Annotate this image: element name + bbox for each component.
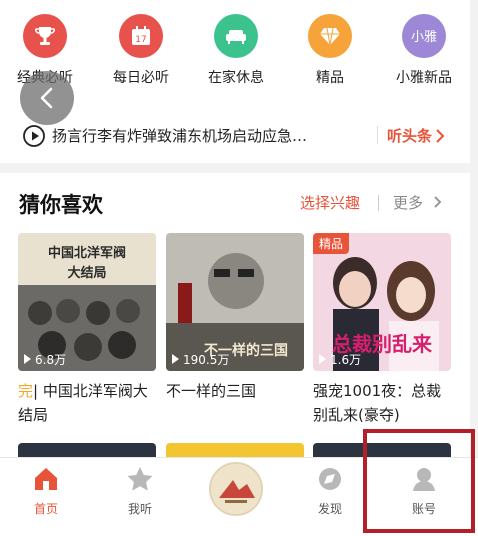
next-book-cover[interactable] [18,443,156,457]
trophy-icon [23,14,67,58]
category-xiaoya[interactable]: 小雅 小雅新品 [384,14,464,87]
category-label: 在家休息 [208,70,264,86]
nav-label: 发现 [317,502,342,516]
divider [378,195,379,211]
album-art [211,464,261,514]
book-card[interactable]: 不一样的三国 190.5万 不一样的三国 [166,233,304,403]
now-playing-disc[interactable] [209,462,263,516]
category-label: 小雅新品 [396,70,452,86]
calendar-day: 17 [135,35,146,45]
cover-subtitle: 大结局 [67,265,106,281]
cover-title: 中国北洋军阀 [48,245,126,261]
category-premium[interactable]: 精品 [290,14,370,87]
book-cover[interactable]: 不一样的三国 190.5万 [166,233,304,371]
finished-badge: 完 [18,382,34,400]
play-count: 6.8万 [24,351,66,368]
book-card[interactable]: 中国北洋军阀 大结局 6.8万 完| 中国北洋军阀大结局 [18,233,156,427]
category-home-rest[interactable]: 在家休息 [196,14,276,87]
book-card[interactable]: 总裁别乱来 精品 1.6万 强宠1001夜：总裁别乱来(豪夺) [313,233,451,427]
section-title: 猜你喜欢 [19,193,103,217]
back-button[interactable] [20,71,74,125]
book-cover[interactable]: 中国北洋军阀 大结局 6.8万 [18,233,156,371]
calendar-icon: 17 [119,14,163,58]
book-cover[interactable]: 总裁别乱来 精品 1.6万 [313,233,451,371]
book-title[interactable]: 不一样的三国 [166,379,304,403]
diamond-icon [308,14,352,58]
play-circle-icon [23,125,45,147]
category-label: 精品 [316,70,344,86]
category-label: 每日必听 [113,70,169,86]
top-card: 经典必听 17 每日必听 在家休息 精品 小雅 小雅新品 扬言行李有炸弹致浦东机… [0,0,470,163]
more-link[interactable]: 更多 [393,192,423,213]
listen-headline-link[interactable]: 听头条 [387,125,432,146]
chevron-right-icon [434,196,442,208]
nav-home[interactable]: 首页 [11,466,81,517]
chevron-left-icon [40,87,53,109]
nav-my-listen[interactable]: 我听 [105,466,175,517]
star-icon [127,467,153,491]
nav-discover[interactable]: 发现 [295,466,365,517]
chevron-right-icon [436,129,445,143]
play-count: 190.5万 [172,351,229,368]
select-interest-link[interactable]: 选择兴趣 [300,192,360,213]
nav-label: 我听 [127,502,152,516]
next-book-cover[interactable] [166,443,304,457]
book-title[interactable]: 完| 中国北洋军阀大结局 [18,379,156,427]
category-daily[interactable]: 17 每日必听 [101,14,181,87]
premium-tag: 精品 [313,233,350,254]
book-title[interactable]: 强宠1001夜：总裁别乱来(豪夺) [313,379,451,427]
xiaoya-icon-text: 小雅 [410,30,437,45]
sofa-icon [214,14,258,58]
play-count: 1.6万 [319,351,361,368]
xiaoya-icon: 小雅 [402,14,446,58]
news-headline[interactable]: 扬言行李有炸弹致浦东机场启动应急… [52,125,372,146]
compass-icon [319,468,341,490]
highlight-annotation [363,429,475,533]
recommend-section: 猜你喜欢 选择兴趣 更多 中国北洋军阀 大结局 6.8万 完| 中国北洋军阀大结… [0,173,470,463]
home-icon [35,468,57,490]
nav-label: 首页 [33,502,58,516]
news-ticker[interactable]: 扬言行李有炸弹致浦东机场启动应急… 听头条 [22,124,452,148]
divider [377,126,378,144]
